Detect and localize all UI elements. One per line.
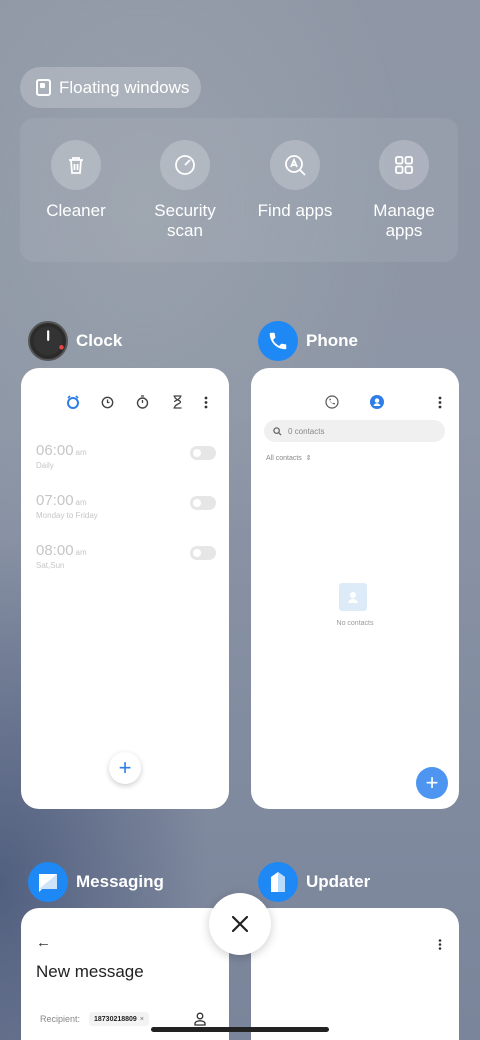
security-scan-button[interactable]: Security scan: [135, 140, 235, 241]
updater-app-header[interactable]: Updater: [258, 862, 370, 902]
manage-apps-label-line1: Manage: [373, 201, 435, 220]
contacts-search-placeholder: 0 contacts: [288, 426, 325, 436]
phone-app-card[interactable]: 0 contacts All contacts ⇕ No contacts +: [251, 368, 459, 809]
alarm-time: 08:00: [36, 542, 74, 559]
alarm-ampm: am: [75, 548, 87, 557]
home-indicator[interactable]: [151, 1027, 329, 1032]
more-icon[interactable]: [438, 937, 442, 955]
timer-icon[interactable]: [172, 395, 183, 409]
clock-icon[interactable]: [101, 396, 114, 409]
alarm-ampm: am: [75, 448, 87, 457]
updater-app-icon: [258, 862, 298, 902]
new-message-title: New message: [36, 962, 144, 981]
grid-icon: [379, 140, 429, 190]
clear-all-button[interactable]: [209, 893, 271, 955]
alarm-days: Monday to Friday: [36, 511, 98, 520]
more-icon[interactable]: [438, 396, 442, 414]
updater-app-name: Updater: [306, 872, 371, 891]
phone-app-icon: [258, 321, 298, 361]
alarm-toggle[interactable]: [190, 546, 216, 560]
messaging-app-icon: [28, 862, 68, 902]
messaging-app-header[interactable]: Messaging: [28, 862, 164, 902]
contacts-search-input[interactable]: 0 contacts: [264, 420, 445, 442]
manage-apps-button[interactable]: Manage apps: [354, 140, 454, 241]
more-icon[interactable]: [204, 396, 208, 409]
close-icon: [231, 915, 249, 933]
floating-windows-label: Floating windows: [59, 77, 190, 97]
updater-app-card[interactable]: [251, 908, 459, 1040]
recipient-chip[interactable]: 18730218809 ×: [89, 1012, 149, 1026]
stopwatch-icon[interactable]: [136, 395, 149, 409]
recipient-label: Recipient:: [40, 1014, 81, 1024]
clock-app-icon: [28, 321, 68, 361]
remove-recipient-icon[interactable]: ×: [140, 1016, 144, 1023]
alarm-time: 07:00: [36, 492, 74, 509]
cleaner-button[interactable]: Cleaner: [26, 140, 126, 221]
contacts-filter-label: All contacts: [266, 454, 302, 462]
manage-apps-label-line2: apps: [385, 221, 423, 240]
call-log-icon[interactable]: [325, 395, 339, 409]
alarm-ampm: am: [75, 498, 87, 507]
floating-windows-button[interactable]: Floating windows: [20, 67, 201, 108]
back-arrow-icon[interactable]: ←: [36, 934, 51, 951]
empty-contacts-icon: [339, 583, 367, 611]
security-scan-label-line1: Security: [154, 201, 216, 220]
alarm-toggle[interactable]: [190, 496, 216, 510]
alarm-row[interactable]: 08:00 am Sat,Sun: [36, 542, 216, 570]
contacts-filter-dropdown[interactable]: All contacts ⇕: [266, 454, 312, 463]
find-apps-label: Find apps: [257, 201, 333, 220]
find-apps-icon: [270, 140, 320, 190]
alarm-days: Sat,Sun: [36, 561, 65, 570]
find-apps-button[interactable]: Find apps: [245, 140, 345, 221]
add-contact-button[interactable]: +: [416, 767, 448, 799]
alarm-icon[interactable]: [66, 395, 80, 409]
clock-app-card[interactable]: 06:00 am Daily 07:00 am Monday to Friday 0…: [21, 368, 229, 809]
alarm-days: Daily: [36, 461, 54, 470]
security-scan-label-line2: scan: [167, 221, 203, 240]
floating-window-icon: [36, 79, 51, 96]
phone-app-name: Phone: [306, 331, 358, 350]
messaging-app-name: Messaging: [76, 872, 164, 891]
phone-app-header[interactable]: Phone: [258, 321, 358, 361]
add-alarm-button[interactable]: +: [109, 752, 141, 784]
clock-app-name: Clock: [76, 331, 123, 350]
alarm-toggle[interactable]: [190, 446, 216, 460]
add-contact-icon[interactable]: [194, 1012, 206, 1026]
no-contacts-label: No contacts: [336, 620, 374, 627]
alarm-time: 06:00: [36, 442, 74, 459]
security-scan-icon: [160, 140, 210, 190]
messaging-app-card[interactable]: ← New message Recipient: 18730218809 ×: [21, 908, 229, 1040]
cleaner-label: Cleaner: [46, 201, 106, 220]
recipient-number: 18730218809: [94, 1015, 137, 1023]
alarm-row[interactable]: 07:00 am Monday to Friday: [36, 492, 216, 520]
alarm-row[interactable]: 06:00 am Daily: [36, 442, 216, 470]
trash-icon: [51, 140, 101, 190]
contacts-icon[interactable]: [370, 395, 384, 409]
search-icon: [273, 426, 282, 436]
sort-arrows-icon: ⇕: [305, 455, 312, 462]
clock-app-header[interactable]: Clock: [28, 321, 122, 361]
